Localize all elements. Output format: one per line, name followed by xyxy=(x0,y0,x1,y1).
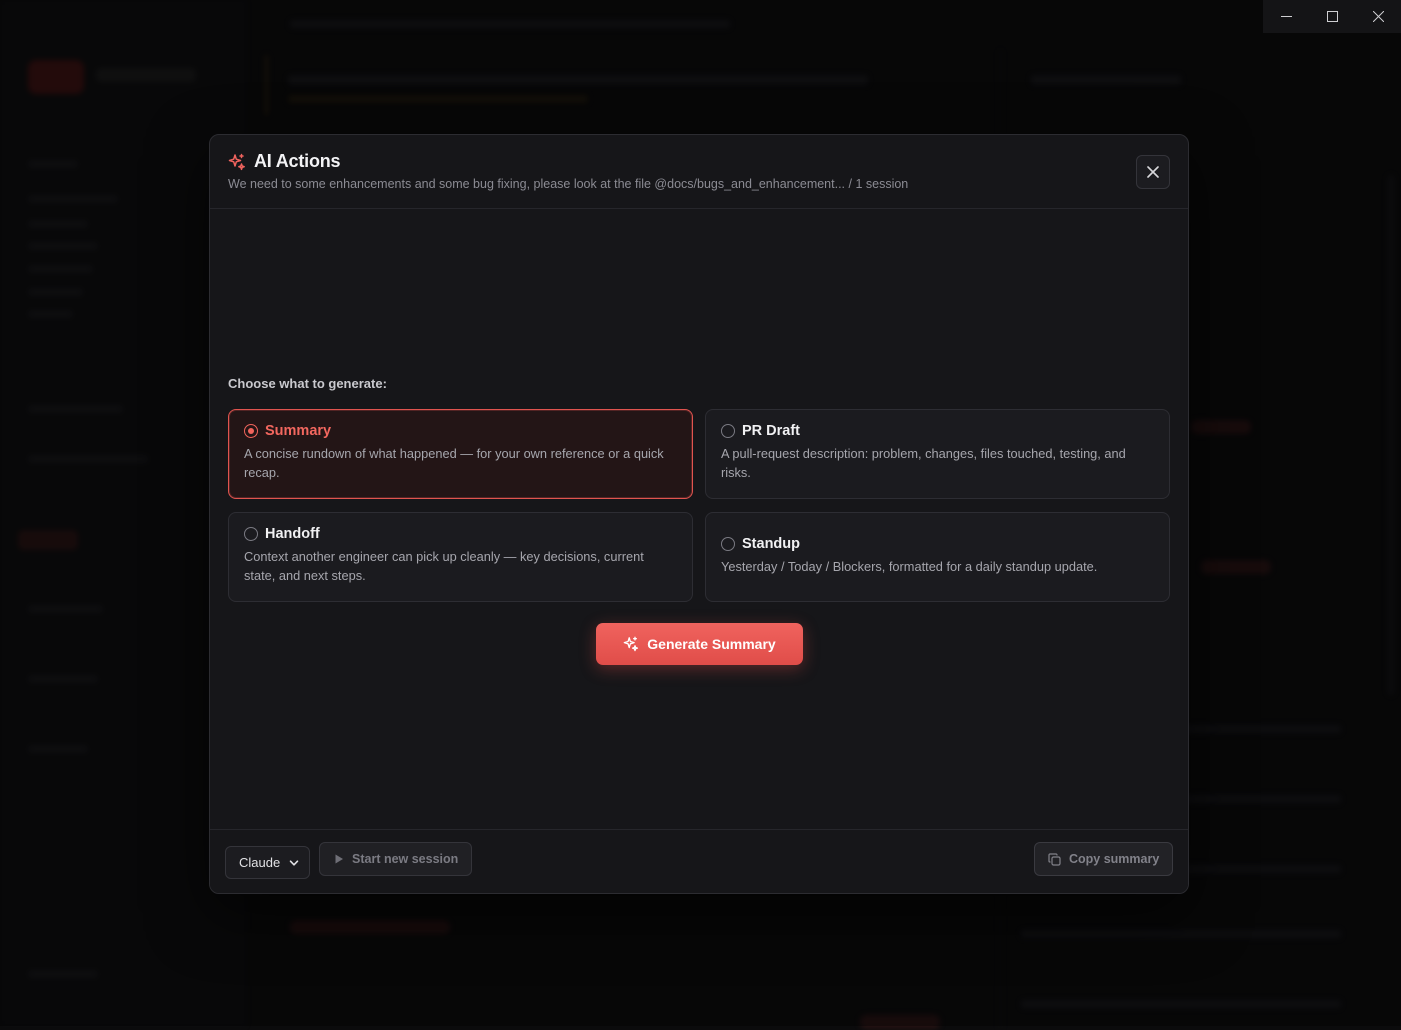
option-description: Yesterday / Today / Blockers, formatted … xyxy=(721,558,1154,577)
choose-label: Choose what to generate: xyxy=(228,376,387,391)
start-new-session-label: Start new session xyxy=(352,852,458,866)
sparkle-icon xyxy=(623,636,639,652)
model-select-value: Claude xyxy=(239,855,280,870)
play-icon xyxy=(334,854,344,864)
option-title: Summary xyxy=(265,423,331,439)
generate-button[interactable]: Generate Summary xyxy=(596,623,803,665)
dialog-title-row: AI Actions xyxy=(228,151,1170,172)
generation-options: Summary A concise rundown of what happen… xyxy=(228,409,1171,602)
copy-summary-label: Copy summary xyxy=(1069,852,1159,866)
option-title: Handoff xyxy=(265,526,320,542)
close-icon xyxy=(1147,166,1159,178)
radio-icon[interactable] xyxy=(721,537,735,551)
option-description: A pull-request description: problem, cha… xyxy=(721,445,1154,482)
copy-summary-button[interactable]: Copy summary xyxy=(1034,842,1173,876)
radio-icon[interactable] xyxy=(244,527,258,541)
option-title: PR Draft xyxy=(742,423,800,439)
option-standup[interactable]: Standup Yesterday / Today / Blockers, fo… xyxy=(705,512,1170,602)
sparkle-icon xyxy=(228,153,246,171)
option-head: PR Draft xyxy=(721,423,1154,439)
dialog-header: AI Actions We need to some enhancements … xyxy=(210,135,1188,209)
option-description: A concise rundown of what happened — for… xyxy=(244,445,677,482)
close-icon xyxy=(1373,11,1384,22)
radio-icon[interactable] xyxy=(721,424,735,438)
option-head: Standup xyxy=(721,536,1154,552)
option-handoff[interactable]: Handoff Context another engineer can pic… xyxy=(228,512,693,602)
radio-selected-icon[interactable] xyxy=(244,424,258,438)
maximize-icon xyxy=(1327,11,1338,22)
option-description: Context another engineer can pick up cle… xyxy=(244,548,677,585)
dialog-title: AI Actions xyxy=(254,151,340,172)
start-new-session-button[interactable]: Start new session xyxy=(319,842,472,876)
option-pr-draft[interactable]: PR Draft A pull-request description: pro… xyxy=(705,409,1170,499)
chevron-down-icon xyxy=(289,858,299,868)
dialog-footer: Claude Start new session Copy summary xyxy=(210,829,1188,893)
option-head: Handoff xyxy=(244,526,677,542)
option-title: Standup xyxy=(742,536,800,552)
ai-actions-dialog: AI Actions We need to some enhancements … xyxy=(209,134,1189,894)
model-select[interactable]: Claude xyxy=(225,846,310,879)
copy-icon xyxy=(1048,853,1061,866)
generate-button-label: Generate Summary xyxy=(647,636,775,652)
option-head: Summary xyxy=(244,423,677,439)
option-summary[interactable]: Summary A concise rundown of what happen… xyxy=(228,409,693,499)
window-controls xyxy=(1263,0,1401,33)
minimize-icon xyxy=(1281,11,1292,22)
minimize-button[interactable] xyxy=(1263,0,1309,33)
maximize-button[interactable] xyxy=(1309,0,1355,33)
window-close-button[interactable] xyxy=(1355,0,1401,33)
dialog-subtitle: We need to some enhancements and some bu… xyxy=(228,177,1170,191)
dialog-close-button[interactable] xyxy=(1136,155,1170,189)
